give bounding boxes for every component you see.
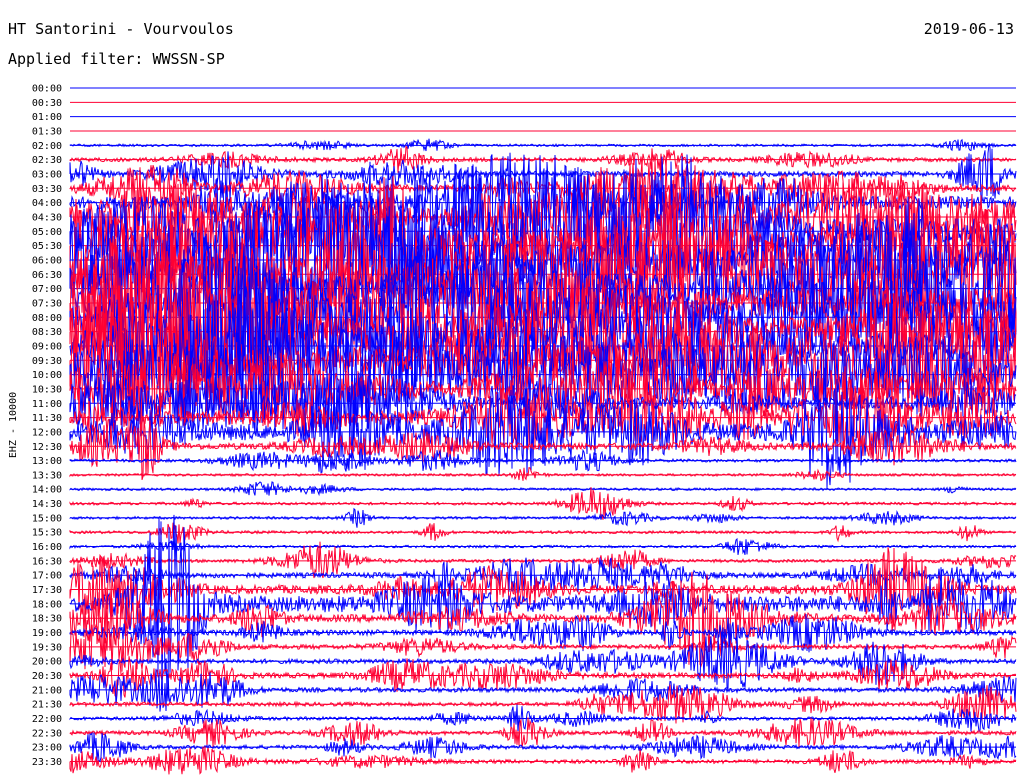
row-time-label: 00:30	[32, 98, 62, 109]
row-time-label: 01:00	[32, 112, 62, 123]
seismic-trace	[69, 746, 1017, 775]
row-time-label: 02:00	[32, 141, 62, 152]
row-time-label: 16:30	[32, 556, 62, 567]
row-time-label: 03:30	[32, 184, 62, 195]
row-time-label: 03:00	[32, 169, 62, 180]
row-time-label: 17:30	[32, 585, 62, 596]
row-time-label: 13:30	[32, 470, 62, 481]
row-time-label: 22:30	[32, 728, 62, 739]
row-time-label: 14:00	[32, 485, 62, 496]
row-time-label: 15:00	[32, 513, 62, 524]
row-time-label: 21:30	[32, 700, 62, 711]
row-time-label: 12:00	[32, 427, 62, 438]
row-time-label: 22:00	[32, 714, 62, 725]
trace-group	[69, 138, 1017, 775]
row-time-label: 20:30	[32, 671, 62, 682]
row-time-label: 11:00	[32, 399, 62, 410]
row-time-label: 05:30	[32, 241, 62, 252]
row-time-label: 21:00	[32, 685, 62, 696]
row-time-label: 02:30	[32, 155, 62, 166]
seismic-trace	[69, 487, 1017, 520]
row-time-label: 14:30	[32, 499, 62, 510]
row-time-label: 07:00	[32, 284, 62, 295]
row-time-label: 08:30	[32, 327, 62, 338]
seismic-trace	[69, 514, 1017, 702]
row-time-label: 00:00	[32, 84, 62, 95]
row-time-label: 23:30	[32, 757, 62, 768]
row-time-label: 07:30	[32, 298, 62, 309]
row-time-label: 04:00	[32, 198, 62, 209]
row-time-label: 15:30	[32, 528, 62, 539]
row-time-label: 20:00	[32, 657, 62, 668]
row-time-label: 06:00	[32, 255, 62, 266]
y-axis-label: EHZ - 10000	[8, 392, 19, 458]
row-time-label: 13:00	[32, 456, 62, 467]
row-time-label: 16:00	[32, 542, 62, 553]
row-time-label: 10:00	[32, 370, 62, 381]
seismic-trace	[69, 466, 1017, 482]
row-time-label: 08:00	[32, 313, 62, 324]
row-time-label: 18:30	[32, 614, 62, 625]
row-time-label: 19:30	[32, 642, 62, 653]
row-time-label: 09:00	[32, 341, 62, 352]
row-time-label: 06:30	[32, 270, 62, 281]
row-time-label: 10:30	[32, 384, 62, 395]
row-time-label: 19:00	[32, 628, 62, 639]
seismic-trace	[69, 522, 1017, 544]
row-time-label: 12:30	[32, 442, 62, 453]
row-time-label: 18:00	[32, 599, 62, 610]
row-time-label: 04:30	[32, 212, 62, 223]
row-time-label: 05:00	[32, 227, 62, 238]
seismogram-plot: EHZ - 10000 00:00 00:30 01:00 01:30 02:00 02:3…	[8, 84, 1017, 775]
row-time-label: 09:30	[32, 356, 62, 367]
row-time-label: 17:00	[32, 571, 62, 582]
row-time-label: 11:30	[32, 413, 62, 424]
row-time-label: 23:00	[32, 743, 62, 754]
row-time-label: 01:30	[32, 126, 62, 137]
